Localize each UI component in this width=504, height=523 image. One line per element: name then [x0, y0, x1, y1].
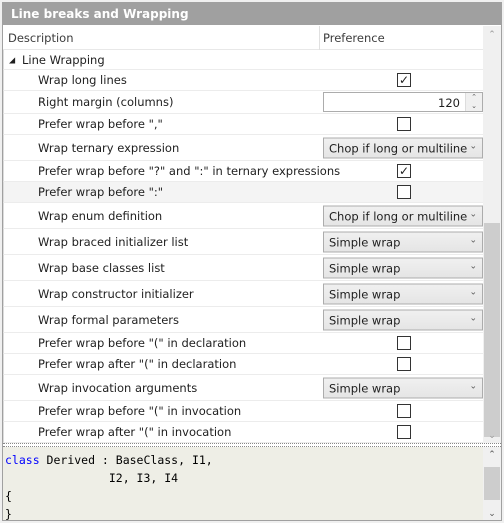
- chevron-down-icon: ⌄: [469, 313, 477, 323]
- setting-label: Wrap ternary expression: [38, 140, 180, 155]
- scroll-down-icon[interactable]: ⌄: [483, 431, 501, 441]
- chevron-down-icon: ⌄: [469, 381, 477, 391]
- code-preview: class Derived : BaseClass, I1, I2, I3, I…: [3, 447, 483, 521]
- setting-row[interactable]: Wrap invocation arguments Simple wrap ⌄: [3, 375, 483, 401]
- chevron-down-icon: ⌄: [469, 141, 477, 151]
- scroll-down-icon[interactable]: ⌄: [483, 509, 501, 519]
- chevron-down-icon: ⌄: [469, 287, 477, 297]
- scroll-up-icon[interactable]: ⌃: [483, 450, 501, 460]
- settings-tree: ◢ Line Wrapping Wrap long lines ✓ Right ma…: [3, 50, 483, 443]
- setting-row[interactable]: Prefer wrap before "(" in invocation: [3, 401, 483, 422]
- setting-dropdown[interactable]: Chop if long or multiline ⌄: [323, 137, 483, 158]
- setting-checkbox[interactable]: [397, 336, 411, 350]
- setting-label: Prefer wrap before ",": [38, 117, 163, 131]
- setting-checkbox[interactable]: [397, 425, 411, 439]
- spin-down-icon[interactable]: ⌄: [466, 102, 482, 111]
- setting-dropdown[interactable]: Simple wrap ⌄: [323, 257, 483, 278]
- setting-label: Prefer wrap after "(" in declaration: [38, 357, 237, 371]
- setting-label: Wrap braced initializer list: [38, 234, 189, 249]
- setting-checkbox[interactable]: [397, 404, 411, 418]
- setting-row[interactable]: Wrap base classes list Simple wrap ⌄: [3, 255, 483, 281]
- setting-label: Prefer wrap after "(" in invocation: [38, 425, 232, 439]
- dropdown-value: Chop if long or multiline: [329, 209, 468, 223]
- setting-row[interactable]: Prefer wrap after "(" in invocation: [3, 422, 483, 443]
- setting-row[interactable]: Prefer wrap before "?" and ":" in ternar…: [3, 161, 483, 182]
- setting-dropdown[interactable]: Simple wrap ⌄: [323, 377, 483, 398]
- right-margin-spinner[interactable]: 120 ⌃ ⌄: [323, 92, 483, 112]
- dropdown-value: Simple wrap: [329, 313, 401, 327]
- expand-triangle-icon[interactable]: ◢: [9, 55, 15, 64]
- setting-label: Prefer wrap before "?" and ":" in ternar…: [38, 164, 341, 178]
- dropdown-value: Simple wrap: [329, 235, 401, 249]
- dropdown-value: Chop if long or multiline: [329, 141, 468, 155]
- setting-row[interactable]: Wrap constructor initializer Simple wrap ⌄: [3, 281, 483, 307]
- setting-dropdown[interactable]: Simple wrap ⌄: [323, 309, 483, 330]
- column-header: Description Preference: [3, 26, 483, 50]
- group-label: Line Wrapping: [22, 52, 105, 67]
- tree-scrollbar[interactable]: ⌃ ⌄: [483, 26, 501, 443]
- setting-row[interactable]: Prefer wrap before ",": [3, 114, 483, 135]
- checkmark-icon: ✓: [398, 164, 410, 178]
- code-line: }: [5, 507, 12, 521]
- scroll-thumb[interactable]: [484, 223, 500, 437]
- chevron-down-icon: ⌄: [469, 209, 477, 219]
- setting-checkbox[interactable]: ✓: [397, 164, 411, 178]
- options-panel: Line breaks and Wrapping Description Pre…: [2, 2, 502, 521]
- setting-row[interactable]: Wrap braced initializer list Simple wrap ⌄: [3, 229, 483, 255]
- setting-dropdown[interactable]: Chop if long or multiline ⌄: [323, 205, 483, 226]
- setting-label: Prefer wrap before ":": [38, 185, 164, 199]
- code-line: Derived : BaseClass, I1,: [39, 453, 213, 467]
- setting-row[interactable]: Wrap ternary expression Chop if long or m…: [3, 135, 483, 161]
- setting-checkbox[interactable]: [397, 185, 411, 199]
- setting-row[interactable]: Right margin (columns) 120 ⌃ ⌄: [3, 91, 483, 114]
- code-line: {: [5, 489, 12, 503]
- spinner-value[interactable]: 120: [438, 96, 460, 110]
- dropdown-value: Simple wrap: [329, 261, 401, 275]
- setting-row[interactable]: Prefer wrap before ":": [3, 182, 483, 203]
- setting-label: Wrap enum definition: [38, 208, 163, 223]
- setting-row[interactable]: Wrap long lines ✓: [3, 70, 483, 91]
- setting-row[interactable]: Prefer wrap after "(" in declaration: [3, 354, 483, 375]
- setting-label: Wrap long lines: [38, 73, 127, 87]
- scroll-up-icon[interactable]: ⌃: [483, 30, 501, 40]
- setting-label: Wrap invocation arguments: [38, 380, 198, 395]
- setting-checkbox[interactable]: ✓: [397, 73, 411, 87]
- column-description[interactable]: Description: [8, 31, 74, 45]
- setting-label: Right margin (columns): [38, 95, 174, 109]
- panel-title: Line breaks and Wrapping: [3, 3, 501, 25]
- preview-scrollbar[interactable]: ⌃ ⌄: [483, 447, 501, 520]
- setting-row[interactable]: Wrap formal parameters Simple wrap ⌄: [3, 307, 483, 333]
- chevron-down-icon: ⌄: [469, 261, 477, 271]
- setting-label: Prefer wrap before "(" in invocation: [38, 404, 242, 418]
- checkmark-icon: ✓: [398, 73, 410, 87]
- chevron-down-icon: ⌄: [469, 235, 477, 245]
- setting-row[interactable]: Wrap enum definition Chop if long or mult…: [3, 203, 483, 229]
- setting-label: Prefer wrap before "(" in declaration: [38, 336, 247, 350]
- code-line: I2, I3, I4: [5, 471, 179, 485]
- setting-checkbox[interactable]: [397, 117, 411, 131]
- spin-up-icon[interactable]: ⌃: [466, 93, 482, 102]
- setting-label: Wrap constructor initializer: [38, 286, 194, 301]
- setting-dropdown[interactable]: Simple wrap ⌄: [323, 283, 483, 304]
- setting-label: Wrap formal parameters: [38, 312, 179, 327]
- code-keyword: class: [5, 453, 40, 467]
- setting-checkbox[interactable]: [397, 357, 411, 371]
- scroll-thumb[interactable]: [484, 467, 500, 500]
- group-line-wrapping[interactable]: ◢ Line Wrapping: [3, 50, 483, 70]
- column-preference[interactable]: Preference: [323, 31, 385, 45]
- spinner-buttons[interactable]: ⌃ ⌄: [465, 93, 482, 111]
- dropdown-value: Simple wrap: [329, 381, 401, 395]
- setting-row[interactable]: Prefer wrap before "(" in declaration: [3, 333, 483, 354]
- setting-dropdown[interactable]: Simple wrap ⌄: [323, 231, 483, 252]
- dropdown-value: Simple wrap: [329, 287, 401, 301]
- column-divider[interactable]: [319, 26, 320, 50]
- setting-label: Wrap base classes list: [38, 260, 165, 275]
